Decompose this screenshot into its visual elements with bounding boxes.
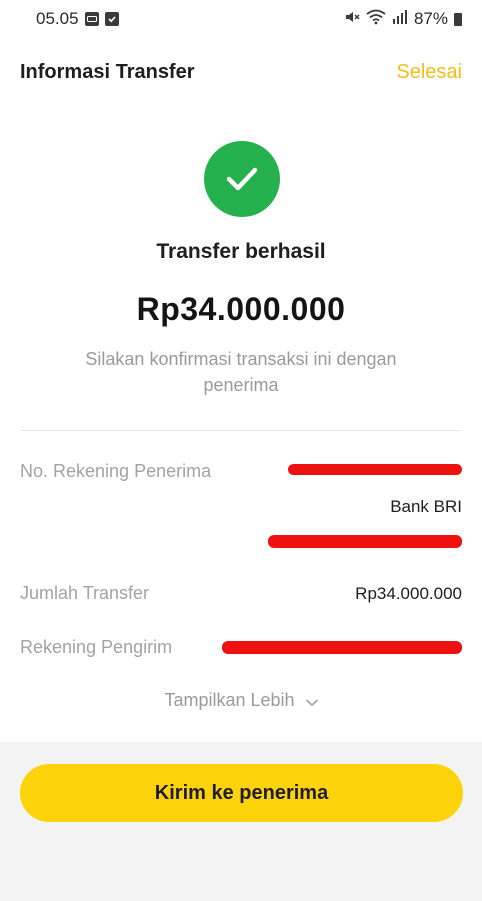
recipient-account-label: No. Rekening Penerima	[20, 461, 212, 481]
mute-icon	[344, 9, 360, 30]
page-title: Informasi Transfer	[20, 60, 195, 83]
show-more-label: Tampilkan Lebih	[164, 690, 295, 710]
recipient-bank: Bank BRI	[390, 497, 462, 516]
success-title: Transfer berhasil	[156, 240, 326, 263]
header: Informasi Transfer Selesai	[0, 50, 482, 94]
status-right: 87%	[344, 9, 462, 30]
divider	[20, 430, 462, 431]
status-bar: 05.05 87%	[0, 0, 482, 38]
check-icon	[226, 167, 258, 191]
show-more-toggle[interactable]: Tampilkan Lebih	[0, 690, 482, 712]
status-time: 05.05	[36, 9, 79, 28]
success-badge	[204, 141, 280, 217]
signal-icon	[392, 9, 408, 30]
redacted-sender-account	[222, 641, 462, 654]
checkbox-notification-icon	[104, 12, 119, 26]
redacted-recipient-number	[268, 535, 462, 548]
transfer-amount-headline: Rp34.000.000	[136, 291, 346, 327]
done-button[interactable]: Selesai	[396, 61, 462, 84]
battery-percent: 87%	[413, 9, 448, 28]
transfer-amount-label: Jumlah Transfer	[20, 583, 150, 603]
chevron-down-icon	[305, 691, 318, 712]
status-left: 05.05	[36, 9, 119, 29]
redacted-recipient-name	[288, 464, 462, 475]
transfer-amount-value: Rp34.000.000	[355, 584, 462, 603]
send-to-recipient-button[interactable]: Kirim ke penerima	[20, 764, 463, 822]
sender-account-label: Rekening Pengirim	[20, 637, 173, 657]
wifi-icon	[366, 9, 386, 30]
notification-app-icon	[84, 12, 99, 26]
battery-icon	[454, 12, 462, 26]
confirmation-message: Silakan konfirmasi transaksi ini dengan …	[85, 349, 397, 395]
